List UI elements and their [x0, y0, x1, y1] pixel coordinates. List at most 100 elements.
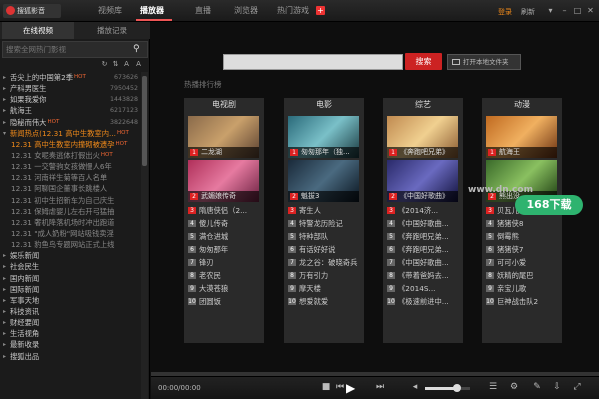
- news-item[interactable]: 12.31 阿聊国企董事长跳楼人: [0, 183, 140, 194]
- ranking-item[interactable]: 8 老农民: [188, 270, 262, 281]
- sort-icon[interactable]: ⇅: [111, 59, 120, 69]
- ranking-item[interactable]: 6 有话好好说: [288, 244, 362, 255]
- news-item[interactable]: 12.31 一交警驹女孩做慢人6年: [0, 161, 140, 172]
- category-item[interactable]: ▸ 财经要闻: [0, 317, 140, 328]
- scrollbar-thumb[interactable]: [142, 76, 147, 166]
- poster-thumbnail[interactable]: 航海王 1: [486, 116, 557, 158]
- category-item[interactable]: ▸ 最新收录: [0, 339, 140, 350]
- ranking-item[interactable]: 5 特种部队: [288, 231, 362, 242]
- ranking-item[interactable]: 6 猪猪侠7: [486, 244, 560, 255]
- ranking-item[interactable]: 8 《带着爸妈去...: [387, 270, 461, 281]
- ranking-item[interactable]: 9 《2014S...: [387, 283, 461, 294]
- login-link[interactable]: 登录: [498, 7, 512, 17]
- category-item[interactable]: ▸ 国际新闻: [0, 284, 140, 295]
- category-item[interactable]: ▸ 国内新闻: [0, 273, 140, 284]
- category-item[interactable]: ▸ 社会民生: [0, 261, 140, 272]
- category-item[interactable]: ▸ 娱乐新闻: [0, 250, 140, 261]
- close-icon[interactable]: ✕: [585, 5, 596, 16]
- refresh-link[interactable]: 刷新: [521, 7, 535, 17]
- news-item[interactable]: 12.31 "成人奶粉"网站吸钱卖淫: [0, 228, 140, 239]
- ranking-item[interactable]: 9 摩天楼: [288, 283, 362, 294]
- news-item[interactable]: 12.31 奢机降落机场时冲出跑道: [0, 217, 140, 228]
- play-button[interactable]: ▶: [346, 380, 360, 396]
- volume-slider[interactable]: [425, 384, 470, 392]
- ranking-item[interactable]: 6 匆匆那年: [188, 244, 262, 255]
- font-larger-icon[interactable]: A: [134, 59, 143, 69]
- sidebar-search-input[interactable]: [6, 43, 134, 56]
- ranking-item[interactable]: 10 团圆饭: [188, 296, 262, 307]
- news-hotspot-folder[interactable]: ▾ 新闻热点(12.31 高中生教室内...HOT: [0, 128, 140, 139]
- ranking-item[interactable]: 10 《极速前进中...: [387, 296, 461, 307]
- previous-icon[interactable]: ⏮: [334, 381, 346, 394]
- tab-video-library[interactable]: 视频库: [98, 5, 122, 16]
- ranking-item[interactable]: 4 傻儿传奇: [188, 218, 262, 229]
- search-button[interactable]: 搜索: [405, 53, 442, 70]
- tab-browser[interactable]: 浏览器: [234, 5, 258, 16]
- download-icon[interactable]: ⇩: [551, 381, 563, 394]
- refresh-icon[interactable]: ↻: [100, 59, 109, 69]
- tab-play-history[interactable]: 播放记录: [76, 22, 148, 39]
- list-item[interactable]: ▸ 产科男医生 7950452: [0, 83, 140, 94]
- poster-thumbnail[interactable]: 匆匆那年（独... 1: [288, 116, 359, 158]
- list-item[interactable]: ▸ 舌尖上的中国第2季HOT 673626: [0, 72, 140, 83]
- ranking-item[interactable]: 8 妖精的尾巴: [486, 270, 560, 281]
- ranking-item[interactable]: 10 想爱就爱: [288, 296, 362, 307]
- volume-knob[interactable]: [452, 384, 461, 392]
- list-item[interactable]: ▸ 如果我爱你 1443828: [0, 94, 140, 105]
- poster-thumbnail[interactable]: 《中国好歌曲》 2: [387, 160, 458, 202]
- news-item[interactable]: 12.31 高中生教室内撞砌被遗孕HOT: [0, 139, 140, 150]
- maximize-icon[interactable]: □: [572, 5, 583, 16]
- volume-icon[interactable]: ◂: [409, 381, 421, 394]
- ranking-item[interactable]: 10 巨神战击队2: [486, 296, 560, 307]
- ranking-item[interactable]: 4 特警龙历险记: [288, 218, 362, 229]
- stop-icon[interactable]: ■: [320, 381, 332, 394]
- skin-icon[interactable]: ▾: [545, 5, 556, 16]
- ranking-item[interactable]: 3 隋唐侠侣（2...: [188, 205, 262, 216]
- sidebar-scrollbar[interactable]: [141, 72, 148, 399]
- poster-thumbnail[interactable]: 魁拔3 2: [288, 160, 359, 202]
- ranking-item[interactable]: 5 倒霉熊: [486, 231, 560, 242]
- tab-online-video[interactable]: 在线视频: [2, 22, 74, 39]
- fullscreen-icon[interactable]: ⤢: [571, 381, 583, 394]
- news-item[interactable]: 12.31 初中生招新车为自己庆生: [0, 195, 140, 206]
- main-search-input[interactable]: [223, 54, 403, 70]
- ranking-item[interactable]: 5 满仓进城: [188, 231, 262, 242]
- news-item[interactable]: 12.31 保姆虐婴儿左右开弓猛抽: [0, 206, 140, 217]
- open-local-folder-button[interactable]: 打开本地文件夹: [447, 54, 521, 70]
- add-tab-icon[interactable]: +: [316, 6, 325, 15]
- ranking-item[interactable]: 7 龙之谷：破晓奇兵: [288, 257, 362, 268]
- tab-live[interactable]: 直播: [195, 5, 211, 16]
- list-item[interactable]: ▸ 隐秘而伟大HOT 3822648: [0, 117, 140, 128]
- tab-player[interactable]: 播放器: [140, 5, 164, 16]
- ranking-item[interactable]: 8 万有引力: [288, 270, 362, 281]
- search-icon[interactable]: ⚲: [133, 44, 144, 55]
- news-item[interactable]: 12.31 豹鱼鸟专题网站正式上线: [0, 239, 140, 250]
- playlist-icon[interactable]: ☰: [487, 381, 499, 394]
- poster-thumbnail[interactable]: 二龙湖 1: [188, 116, 259, 158]
- news-item[interactable]: 12.31 女呢奏逃体打假出火HOT: [0, 150, 140, 161]
- ranking-item[interactable]: 5 《奔跑吧兄弟...: [387, 231, 461, 242]
- next-icon[interactable]: ⏭: [374, 381, 386, 394]
- ranking-item[interactable]: 4 《中国好歌曲...: [387, 218, 461, 229]
- ranking-item[interactable]: 3 《2014济...: [387, 205, 461, 216]
- settings-icon[interactable]: ⚙: [508, 381, 520, 394]
- ranking-item[interactable]: 6 《奔跑吧兄弟...: [387, 244, 461, 255]
- category-item[interactable]: ▸ 军事天地: [0, 295, 140, 306]
- ranking-item[interactable]: 3 寄生人: [288, 205, 362, 216]
- tools-icon[interactable]: ✎: [531, 381, 543, 394]
- ranking-item[interactable]: 7 锋刃: [188, 257, 262, 268]
- ranking-item[interactable]: 7 可可小爱: [486, 257, 560, 268]
- ranking-item[interactable]: 9 大漠苍狼: [188, 283, 262, 294]
- category-item[interactable]: ▸ 生活视角: [0, 328, 140, 339]
- category-item[interactable]: ▸ 科技资讯: [0, 306, 140, 317]
- poster-thumbnail[interactable]: 《奔跑吧兄弟》 1: [387, 116, 458, 158]
- category-item[interactable]: ▸ 搜狐出品: [0, 351, 140, 362]
- ranking-item[interactable]: 7 《中国好歌曲...: [387, 257, 461, 268]
- app-logo[interactable]: 搜狐影音: [3, 4, 61, 18]
- minimize-icon[interactable]: –: [559, 5, 570, 16]
- font-smaller-icon[interactable]: A: [122, 59, 131, 69]
- news-item[interactable]: 12.31 河南祥生菊等百人名单: [0, 172, 140, 183]
- poster-thumbnail[interactable]: 武媚娘传奇 2: [188, 160, 259, 202]
- list-item[interactable]: ▸ 航海王 6217123: [0, 105, 140, 116]
- tab-hot-games[interactable]: 热门游戏: [277, 5, 309, 16]
